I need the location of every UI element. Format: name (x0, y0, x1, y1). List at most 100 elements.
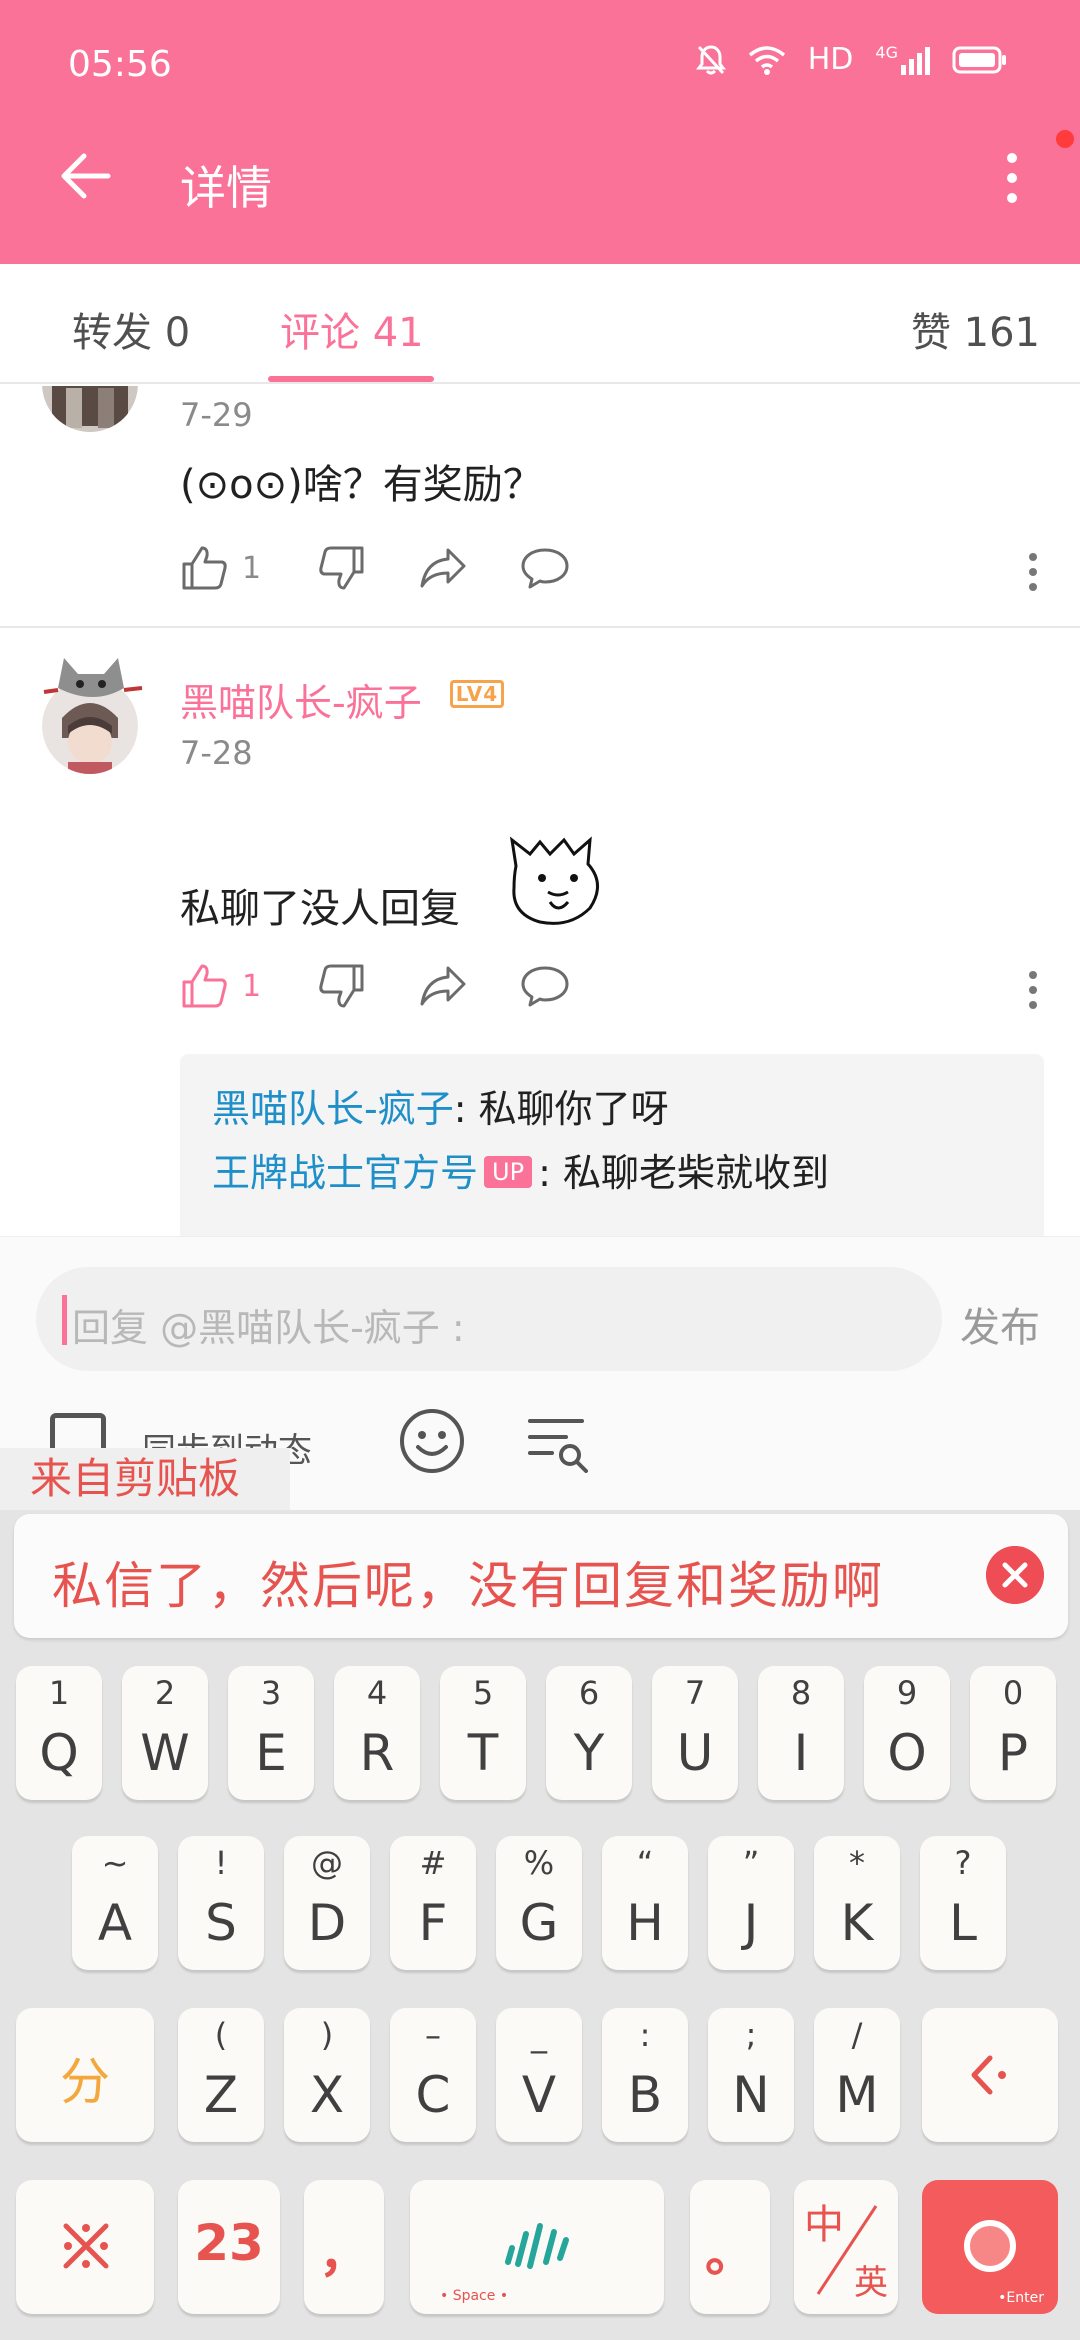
key-i[interactable]: 8I (758, 1666, 844, 1800)
key-segment[interactable]: 分 (16, 2008, 154, 2142)
comment-divider (0, 626, 1080, 628)
key-q[interactable]: 1Q (16, 1666, 102, 1800)
like-button[interactable]: 1 (180, 544, 261, 592)
key-h[interactable]: “H (602, 1836, 688, 1970)
reply-button[interactable] (520, 544, 570, 592)
key-e[interactable]: 3E (228, 1666, 314, 1800)
level-badge: LV4 (450, 680, 504, 708)
reply-button[interactable] (520, 962, 570, 1010)
status-time: 05:56 (68, 44, 172, 85)
thumb-down-icon (319, 964, 364, 1008)
key-l[interactable]: ? L (920, 1836, 1006, 1970)
number-key[interactable]: 23 (178, 2180, 280, 2314)
period-key[interactable]: 。 (690, 2180, 770, 2314)
key-x[interactable]: ) X (284, 2008, 370, 2142)
comment-more-icon[interactable] (1026, 550, 1040, 594)
sub-reply-author[interactable]: 王牌战士官方号 (212, 1151, 478, 1195)
key-s[interactable]: ! S (178, 1836, 264, 1970)
dislike-button[interactable] (318, 962, 366, 1010)
key-m[interactable]: / M (814, 2008, 900, 2142)
key-z[interactable]: (Z (178, 2008, 264, 2142)
reply-placeholder: 回复 @黑喵队长-疯子 : (72, 1306, 465, 1350)
key-w[interactable]: 2W (122, 1666, 208, 1800)
share-arrow-icon (420, 548, 466, 588)
space-label: • Space • (440, 2288, 509, 2304)
key-f[interactable]: # F (390, 1836, 476, 1970)
comment-text: (⊙o⊙)啥？有奖励？ (180, 462, 543, 508)
enter-label: •Enter (998, 2290, 1044, 2306)
key-v[interactable]: _ V (496, 2008, 582, 2142)
like-count: 1 (242, 968, 262, 1004)
enter-key[interactable]: •Enter (922, 2180, 1058, 2314)
chat-bubble-icon (521, 966, 569, 1007)
user-avatar[interactable] (42, 386, 138, 432)
signal-icon: 4G (875, 44, 930, 75)
chat-bubble-icon (521, 548, 569, 589)
comment-username[interactable]: 黑喵队长-疯子 (180, 672, 422, 727)
thumb-up-icon (182, 964, 227, 1008)
key-t[interactable]: 5T (440, 1666, 526, 1800)
list-search-icon[interactable] (526, 1413, 590, 1473)
comment-list[interactable]: 7-29 (⊙o⊙)啥？有奖励？ 1 黑喵队长-疯子 LV4 7-28 私聊了没… (0, 386, 1080, 1236)
key-y[interactable]: 6Y (546, 1666, 632, 1800)
notification-dot (1056, 130, 1074, 148)
clipboard-label: 来自剪贴板 (0, 1448, 290, 1510)
comma-key[interactable]: ， (304, 2180, 384, 2314)
text-cursor (62, 1295, 67, 1345)
sub-reply: 王牌战士官方号 UP: 私聊老柴就收到 (212, 1142, 829, 1197)
clipboard-suggestion[interactable]: 私信了，然后呢，没有回复和奖励啊 (14, 1514, 1068, 1638)
like-button[interactable]: 1 (180, 962, 261, 1010)
emoji-icon[interactable] (398, 1407, 466, 1475)
share-button[interactable] (418, 962, 468, 1010)
battery-icon (952, 46, 1006, 73)
mute-bell-icon (695, 44, 726, 74)
sub-reply: 黑喵队长-疯子: 私聊你了呀 (212, 1078, 669, 1133)
share-button[interactable] (418, 544, 468, 592)
key-c[interactable]: – C (390, 2008, 476, 2142)
tab-comments[interactable]: 评论 41 (280, 300, 424, 358)
key-a[interactable]: ~ A (72, 1836, 158, 1970)
like-count: 1 (242, 550, 262, 586)
tab-likes[interactable]: 赞 161 (911, 300, 1040, 358)
comment-date: 7-28 (180, 734, 253, 772)
clipboard-text: 私信了，然后呢，没有回复和奖励啊 (52, 1557, 884, 1615)
backspace-key[interactable] (922, 2008, 1058, 2142)
space-key[interactable]: • Space • (410, 2180, 664, 2314)
more-options-icon[interactable] (992, 146, 1032, 210)
key-u[interactable]: 7U (652, 1666, 738, 1800)
lang-english: 英 (854, 2263, 888, 2303)
key-o[interactable]: 9O (864, 1666, 950, 1800)
key-b[interactable]: :B (602, 2008, 688, 2142)
key-p[interactable]: 0P (970, 1666, 1056, 1800)
detail-tabs: 转发 0 评论 41 赞 161 (0, 264, 1080, 384)
key-d[interactable]: @ D (284, 1836, 370, 1970)
symbol-key[interactable] (16, 2180, 154, 2314)
comment-text: 私聊了没人回复 (180, 886, 460, 932)
key-k[interactable]: * K (814, 1836, 900, 1970)
back-arrow-icon[interactable] (56, 148, 112, 204)
thumb-down-icon (319, 546, 364, 590)
comment-more-icon[interactable] (1026, 968, 1040, 1012)
sub-reply-box[interactable]: 黑喵队长-疯子: 私聊你了呀 王牌战士官方号 UP: 私聊老柴就收到 (180, 1054, 1044, 1236)
share-arrow-icon (420, 966, 466, 1006)
voice-wave-icon (505, 2223, 569, 2269)
app-header: 05:56 HD 4G 详情 (0, 0, 1080, 264)
comment-date: 7-29 (180, 396, 253, 434)
dislike-button[interactable] (318, 544, 366, 592)
key-n[interactable]: ; N (708, 2008, 794, 2142)
sub-reply-text: : 私聊你了呀 (453, 1087, 669, 1131)
close-icon[interactable] (986, 1546, 1044, 1604)
active-tab-indicator (268, 376, 434, 382)
key-g[interactable]: % G (496, 1836, 582, 1970)
thumb-up-icon (182, 546, 227, 590)
symbol-asterisk-icon (63, 2223, 109, 2269)
tab-repost[interactable]: 转发 0 (72, 300, 190, 358)
language-switch-key[interactable]: 中 英 (794, 2180, 898, 2314)
up-badge: UP (484, 1156, 533, 1188)
sub-reply-author[interactable]: 黑喵队长-疯子 (212, 1087, 454, 1131)
key-r[interactable]: 4R (334, 1666, 420, 1800)
publish-button[interactable]: 发布 (960, 1295, 1040, 1353)
reply-input[interactable]: 回复 @黑喵队长-疯子 : (36, 1267, 942, 1371)
page-title: 详情 (180, 161, 272, 215)
key-j[interactable]: ” J (708, 1836, 794, 1970)
